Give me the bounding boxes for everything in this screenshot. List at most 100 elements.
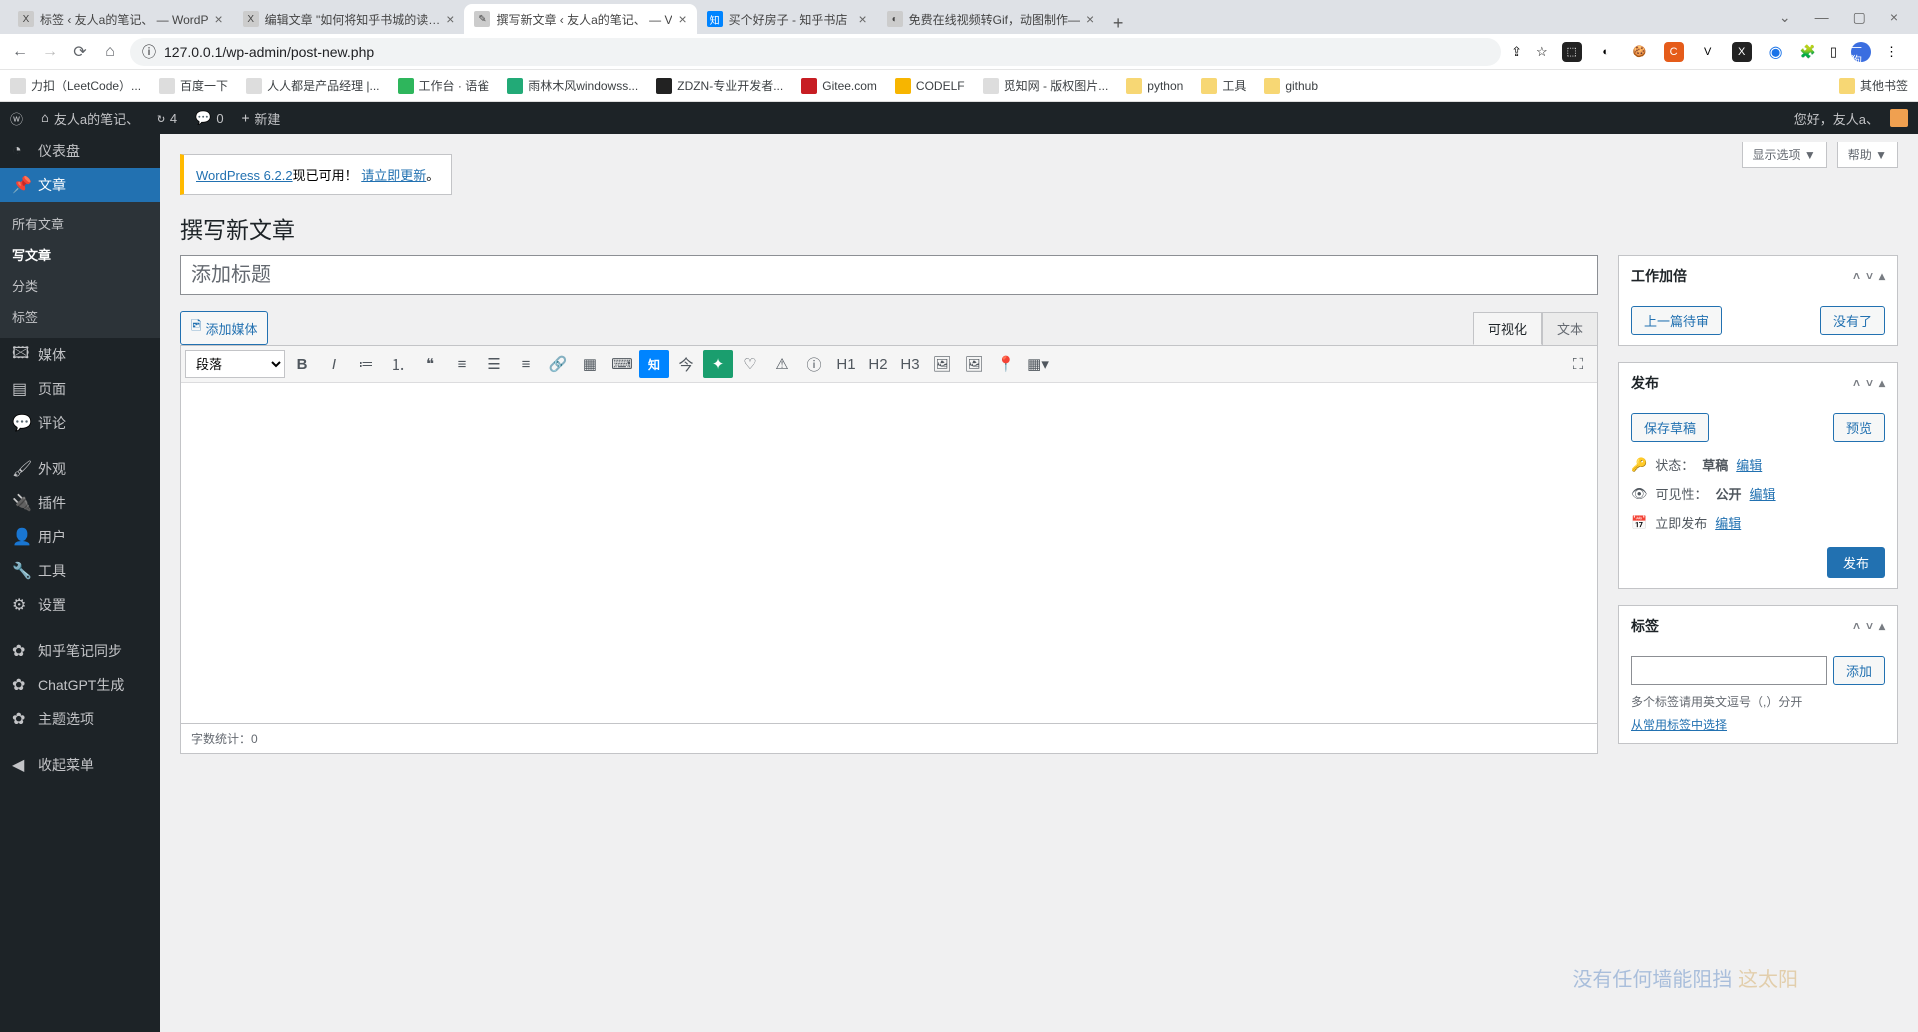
extension-icon[interactable]: X [1732, 42, 1752, 62]
text-tab[interactable]: 文本 [1542, 312, 1598, 345]
close-icon[interactable]: × [214, 11, 222, 27]
bookmark-item[interactable]: 力扣（LeetCode）... [10, 77, 141, 94]
forward-icon[interactable]: → [40, 43, 60, 61]
submenu-new-post[interactable]: 写文章 [0, 239, 160, 270]
menu-icon[interactable]: ⋮ [1885, 44, 1898, 60]
quote-button[interactable]: ❝ [415, 350, 445, 378]
fullscreen-button[interactable]: ⛶ [1563, 350, 1593, 378]
browser-tab[interactable]: X标签 ‹ 友人a的笔记、 — WordP× [8, 4, 233, 34]
tags-input[interactable] [1631, 656, 1827, 685]
preview-button[interactable]: 预览 [1833, 413, 1885, 442]
align-center-button[interactable]: ☰ [479, 350, 509, 378]
adminbar-updates[interactable]: ↻4 [157, 111, 177, 126]
h1-button[interactable]: H1 [831, 350, 861, 378]
choose-tags-link[interactable]: 从常用标签中选择 [1631, 718, 1727, 732]
bookmark-item[interactable]: 百度一下 [159, 77, 228, 94]
add-media-button[interactable]: 🖻添加媒体 [180, 311, 268, 345]
table-button[interactable]: ▦▾ [1023, 350, 1053, 378]
toggle-icon[interactable]: ▴ [1879, 376, 1885, 390]
h2-button[interactable]: H2 [863, 350, 893, 378]
image-button[interactable]: 🖼 [927, 350, 957, 378]
h3-button[interactable]: H3 [895, 350, 925, 378]
bold-button[interactable]: B [287, 350, 317, 378]
close-icon[interactable]: × [446, 11, 454, 27]
adminbar-site[interactable]: ⌂友人a的笔记、 [41, 109, 139, 128]
save-draft-button[interactable]: 保存草稿 [1631, 413, 1709, 442]
gallery-button[interactable]: 🖼 [959, 350, 989, 378]
browser-tab[interactable]: 知买个好房子 - 知乎书店× [697, 4, 877, 34]
new-tab-button[interactable]: + [1104, 13, 1132, 34]
pin-button[interactable]: 📍 [991, 350, 1021, 378]
wp-version-link[interactable]: WordPress 6.2.2 [196, 168, 293, 183]
menu-comments[interactable]: 💬评论 [0, 406, 160, 440]
bookmark-folder[interactable]: 工具 [1201, 77, 1246, 94]
info-button[interactable]: ⓘ [799, 350, 829, 378]
more-button[interactable]: ▦ [575, 350, 605, 378]
bullet-list-button[interactable]: ≔ [351, 350, 381, 378]
adminbar-comments[interactable]: 💬0 [195, 111, 223, 126]
close-icon[interactable]: × [678, 11, 686, 27]
green-button[interactable]: ✦ [703, 350, 733, 378]
screen-options-tab[interactable]: 显示选项 ▼ [1742, 142, 1827, 168]
move-up-icon[interactable]: ˄ [1853, 619, 1860, 633]
menu-zhihu-sync[interactable]: ✿知乎笔记同步 [0, 634, 160, 668]
help-tab[interactable]: 帮助 ▼ [1837, 142, 1898, 168]
menu-settings[interactable]: ⚙设置 [0, 588, 160, 622]
menu-chatgpt[interactable]: ✿ChatGPT生成 [0, 668, 160, 702]
edit-date-link[interactable]: 编辑 [1715, 513, 1741, 532]
menu-posts[interactable]: 📌文章 [0, 168, 160, 202]
adminbar-greeting[interactable]: 您好，友人a、 [1794, 109, 1908, 128]
move-up-icon[interactable]: ˄ [1853, 376, 1860, 390]
minimize-icon[interactable]: — [1815, 9, 1829, 25]
wp-logo[interactable]: ⓦ [10, 109, 23, 128]
italic-button[interactable]: I [319, 350, 349, 378]
none-button[interactable]: 没有了 [1820, 306, 1885, 335]
number-list-button[interactable]: ⒈ [383, 350, 413, 378]
toggle-icon[interactable]: ▴ [1879, 619, 1885, 633]
link-button[interactable]: 🔗 [543, 350, 573, 378]
profile-icon[interactable]: 二狗 [1851, 42, 1871, 62]
menu-plugins[interactable]: 🔌插件 [0, 486, 160, 520]
heart-button[interactable]: ♡ [735, 350, 765, 378]
extension-icon[interactable]: V [1698, 42, 1718, 62]
home-icon[interactable]: ⌂ [100, 43, 120, 61]
move-down-icon[interactable]: ˅ [1866, 619, 1873, 633]
prev-pending-button[interactable]: 上一篇待审 [1631, 306, 1722, 335]
star-icon[interactable]: ☆ [1536, 44, 1548, 60]
move-down-icon[interactable]: ˅ [1866, 376, 1873, 390]
submenu-tags[interactable]: 标签 [0, 301, 160, 332]
extension-icon[interactable]: C [1664, 42, 1684, 62]
zhihu-button[interactable]: 知 [639, 350, 669, 378]
browser-tab[interactable]: ◐免费在线视频转Gif，动图制作—× [877, 4, 1105, 34]
menu-tools[interactable]: 🔧工具 [0, 554, 160, 588]
close-window-icon[interactable]: × [1890, 9, 1898, 25]
extension-icon[interactable]: ◉ [1766, 42, 1786, 62]
move-up-icon[interactable]: ˄ [1853, 269, 1860, 283]
add-tag-button[interactable]: 添加 [1833, 656, 1885, 685]
warning-button[interactable]: ⚠ [767, 350, 797, 378]
editor-body[interactable] [181, 383, 1597, 723]
bookmark-item[interactable]: Gitee.com [801, 78, 877, 94]
bookmark-item[interactable]: 觅知网 - 版权图片... [983, 77, 1109, 94]
edit-visibility-link[interactable]: 编辑 [1750, 484, 1776, 503]
bookmark-item[interactable]: 雨林木风windowss... [507, 77, 638, 94]
browser-tab[interactable]: X编辑文章 "如何将知乎书城的读…× [233, 4, 465, 34]
toggle-toolbar-button[interactable]: ⌨ [607, 350, 637, 378]
bookmark-folder[interactable]: github [1264, 78, 1318, 94]
bookmark-item[interactable]: 工作台 · 语雀 [398, 77, 490, 94]
extension-icon[interactable]: ◐ [1596, 42, 1616, 62]
align-left-button[interactable]: ≡ [447, 350, 477, 378]
browser-tab-active[interactable]: ✎撰写新文章 ‹ 友人a的笔记、 — V× [464, 4, 696, 34]
other-bookmarks[interactable]: 其他书签 [1839, 77, 1908, 94]
chevron-down-icon[interactable]: ⌄ [1779, 9, 1791, 26]
menu-pages[interactable]: ▤页面 [0, 372, 160, 406]
code-button[interactable]: 今 [671, 350, 701, 378]
menu-dashboard[interactable]: ◔仪表盘 [0, 134, 160, 168]
extension-icon[interactable]: 🍪 [1630, 42, 1650, 62]
extensions-icon[interactable]: 🧩 [1800, 44, 1816, 60]
toggle-icon[interactable]: ▴ [1879, 269, 1885, 283]
sidepanel-icon[interactable]: ▯ [1830, 44, 1837, 60]
adminbar-new[interactable]: +新建 [242, 109, 281, 128]
back-icon[interactable]: ← [10, 43, 30, 61]
menu-media[interactable]: 🖾媒体 [0, 338, 160, 372]
